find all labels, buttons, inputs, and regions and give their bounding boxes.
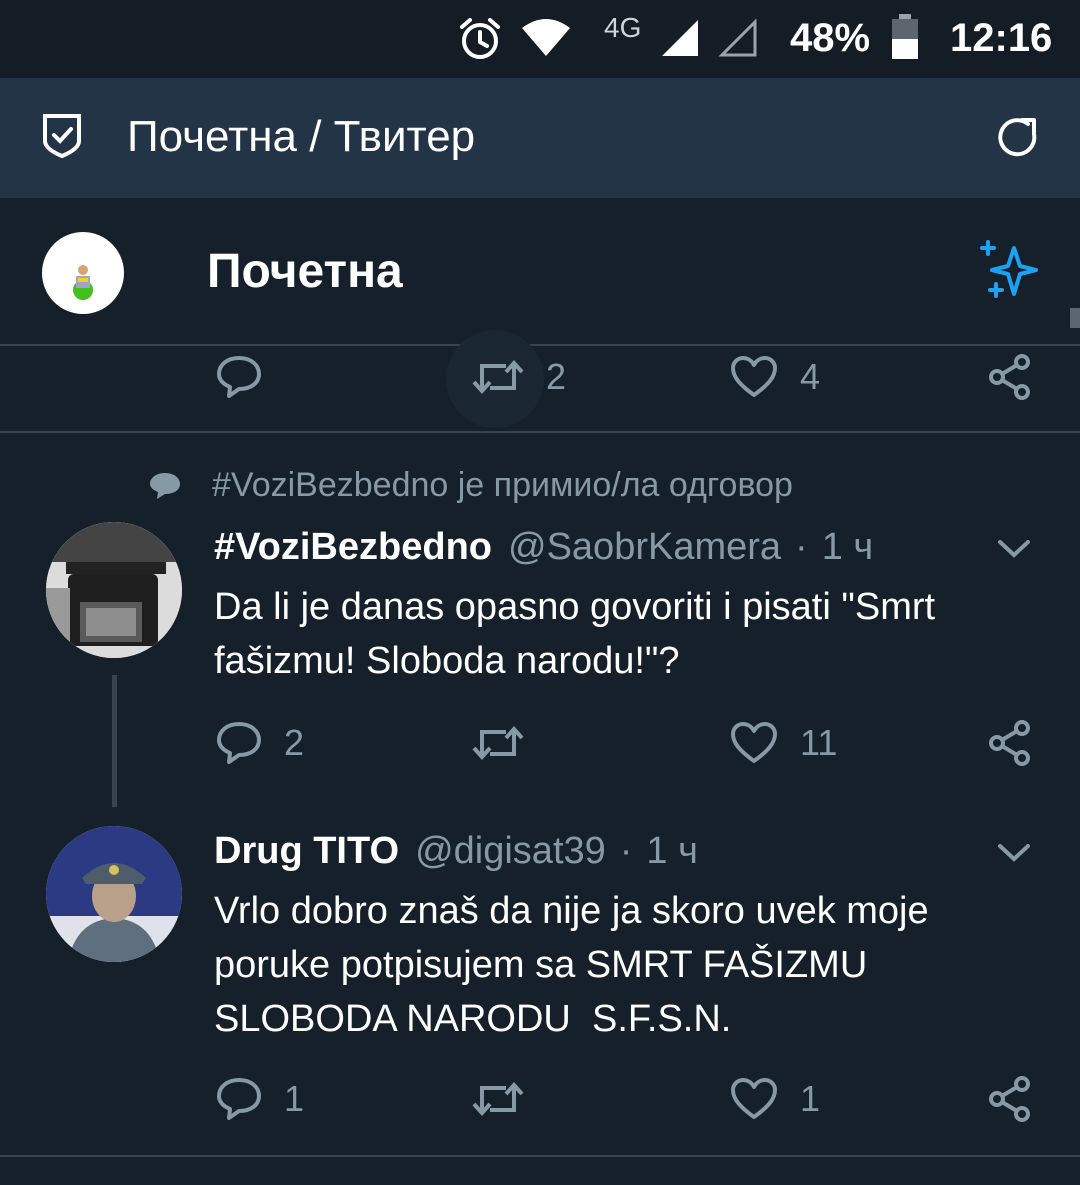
reply-icon	[217, 1078, 261, 1120]
tweet-header: #VoziBezbedno @SaobrKamera · 1 ч	[214, 526, 873, 569]
like-button[interactable]: 1	[730, 1064, 820, 1134]
refresh-icon[interactable]	[994, 114, 1042, 162]
like-button[interactable]: 11	[730, 708, 837, 778]
share-icon	[989, 354, 1030, 400]
reply-button[interactable]: 2	[216, 708, 304, 778]
chevron-down-icon[interactable]	[996, 536, 1032, 560]
tweet-time: 1 ч	[821, 526, 874, 568]
scrollbar[interactable]	[1070, 308, 1080, 328]
tweet-actions: 2 11	[0, 708, 1080, 778]
reply-icon	[217, 722, 261, 764]
share-button[interactable]	[988, 1064, 1034, 1134]
like-count: 4	[800, 356, 821, 397]
separator-dot: ·	[619, 830, 633, 872]
divider	[0, 1155, 1080, 1157]
like-button[interactable]: 4	[730, 342, 820, 412]
chevron-down-icon[interactable]	[996, 840, 1032, 864]
reply-context-text: #VoziBezbedno је примио/ла одговор	[212, 466, 793, 504]
tweet-time: 1 ч	[646, 830, 698, 872]
signal-2-icon	[718, 18, 757, 57]
tweet-actions: 1 1	[0, 1064, 1080, 1134]
share-icon	[989, 720, 1030, 766]
like-count: 11	[800, 722, 838, 763]
wifi-icon	[522, 19, 570, 56]
page-title: Почетна	[207, 245, 403, 298]
speech-bubble-icon	[150, 472, 180, 499]
battery-icon	[892, 14, 918, 59]
share-button[interactable]	[988, 342, 1034, 412]
tweet-text: Da li je danas opasno govoriti i pisati …	[214, 586, 946, 682]
tweet-author-name[interactable]: Drug TITO	[214, 830, 399, 873]
retweet-button[interactable]	[472, 1064, 524, 1134]
like-icon	[731, 356, 777, 397]
retweet-icon	[472, 1081, 524, 1117]
tweet-text: Vrlo dobro znaš da nije ja skoro uvek mo…	[214, 890, 940, 1040]
sparkle-icon[interactable]	[978, 240, 1042, 302]
divider	[0, 431, 1080, 433]
app-bar: Почетна / Твитер	[0, 78, 1080, 198]
reply-button[interactable]	[216, 342, 262, 412]
retweet-button[interactable]: 2	[472, 342, 566, 412]
tweet-header: Drug TITO @digisat39 · 1 ч	[214, 830, 698, 873]
avatar[interactable]	[46, 826, 182, 962]
avatar[interactable]	[42, 232, 124, 314]
reply-context: #VoziBezbedno је примио/ла одговор	[148, 466, 793, 505]
avatar[interactable]	[46, 522, 182, 658]
retweet-button[interactable]	[472, 708, 524, 778]
separator-dot: ·	[795, 526, 808, 568]
like-icon	[731, 1078, 777, 1119]
status-bar: 4G 48% 12:16	[0, 0, 1080, 78]
timeline-header: Почетна	[0, 198, 1080, 346]
prev-tweet-actions: 2 4	[0, 330, 1080, 428]
like-count: 1	[800, 1078, 821, 1119]
signal-icon	[662, 20, 698, 56]
reply-icon	[217, 356, 261, 398]
retweet-icon	[472, 359, 524, 395]
battery-percent: 48%	[790, 16, 871, 60]
network-type: 4G	[604, 12, 642, 43]
shield-check-icon	[43, 114, 81, 159]
alarm-icon	[460, 18, 500, 59]
share-button[interactable]	[988, 708, 1034, 778]
reply-count: 2	[284, 722, 305, 763]
like-icon	[731, 722, 777, 763]
reply-count: 1	[284, 1078, 305, 1119]
tweet-author-handle[interactable]: @SaobrKamera	[508, 526, 781, 569]
retweet-count: 2	[546, 356, 567, 397]
clock: 12:16	[950, 16, 1053, 60]
tweet-author-name[interactable]: #VoziBezbedno	[214, 526, 492, 569]
share-icon	[989, 1076, 1030, 1122]
app-bar-title: Почетна / Твитер	[127, 112, 476, 161]
tweet-author-handle[interactable]: @digisat39	[415, 830, 606, 873]
retweet-icon	[472, 725, 524, 761]
reply-button[interactable]: 1	[216, 1064, 304, 1134]
